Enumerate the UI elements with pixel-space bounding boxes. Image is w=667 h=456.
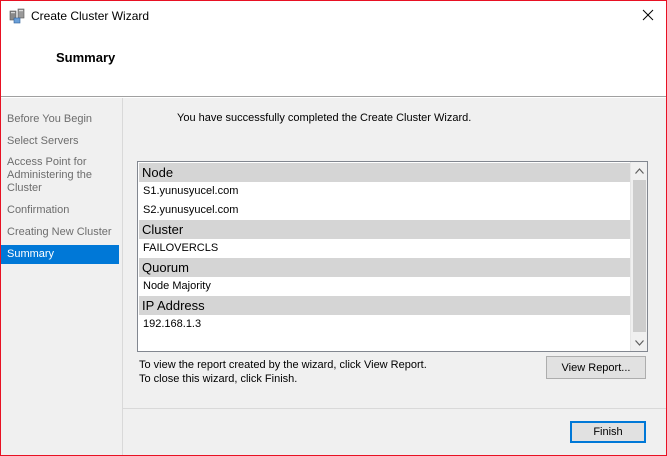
view-report-button[interactable]: View Report... xyxy=(546,356,646,379)
wizard-steps-sidebar: Before You Begin Select Servers Access P… xyxy=(1,98,122,455)
list-item: 192.168.1.3 xyxy=(143,318,202,330)
list-item: FAILOVERCLS xyxy=(143,242,219,254)
section-heading-ip-address: IP Address xyxy=(139,296,631,315)
wizard-window: Create Cluster Wizard Summary Before You… xyxy=(0,0,667,456)
list-item: S2.yunusyucel.com xyxy=(143,204,239,216)
step-creating-new-cluster[interactable]: Creating New Cluster xyxy=(1,226,119,239)
page-title: Summary xyxy=(56,50,116,65)
scrollbar-thumb[interactable] xyxy=(633,180,646,332)
scroll-down-icon[interactable] xyxy=(631,334,647,351)
wizard-footer: Finish xyxy=(122,408,666,455)
wizard-header: Summary xyxy=(1,31,666,97)
step-access-point[interactable]: Access Point for Administering the Clust… xyxy=(1,156,101,195)
report-rows: Node S1.yunusyucel.com S2.yunusyucel.com… xyxy=(139,163,631,334)
success-message: You have successfully completed the Crea… xyxy=(177,112,472,124)
finish-button[interactable]: Finish xyxy=(570,421,646,443)
step-confirmation[interactable]: Confirmation xyxy=(1,204,119,217)
section-heading-cluster: Cluster xyxy=(139,220,631,239)
summary-report-list[interactable]: Node S1.yunusyucel.com S2.yunusyucel.com… xyxy=(137,161,648,352)
window-title: Create Cluster Wizard xyxy=(31,9,150,23)
title-bar[interactable]: Create Cluster Wizard xyxy=(1,1,666,31)
step-select-servers[interactable]: Select Servers xyxy=(1,135,119,148)
step-summary[interactable]: Summary xyxy=(1,245,119,264)
section-heading-node: Node xyxy=(139,163,631,182)
list-item: S1.yunusyucel.com xyxy=(143,185,239,197)
close-icon[interactable] xyxy=(640,7,656,23)
finish-hint: To close this wizard, click Finish. xyxy=(139,373,298,385)
vertical-scrollbar[interactable] xyxy=(630,162,647,351)
section-heading-quorum: Quorum xyxy=(139,258,631,277)
step-before-you-begin[interactable]: Before You Begin xyxy=(1,113,119,126)
scroll-up-icon[interactable] xyxy=(631,162,647,179)
cluster-app-icon xyxy=(9,8,25,24)
list-item: Node Majority xyxy=(143,280,211,292)
summary-content: You have successfully completed the Crea… xyxy=(122,98,666,408)
view-report-hint: To view the report created by the wizard… xyxy=(139,359,427,371)
